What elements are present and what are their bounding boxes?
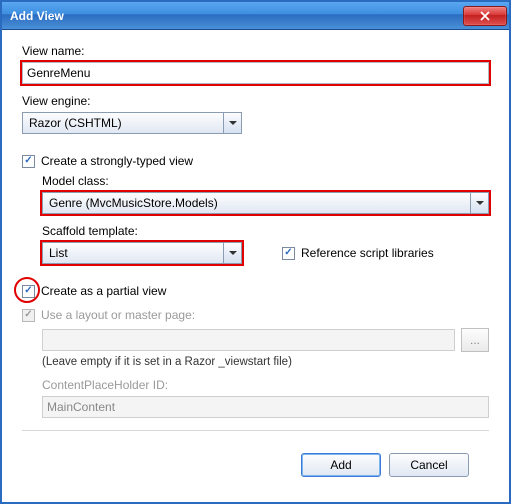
cph-label: ContentPlaceHolder ID: [42,378,489,392]
window-title: Add View [10,9,64,23]
titlebar: Add View [2,2,509,30]
ref-scripts-checkbox[interactable] [282,247,295,260]
close-icon [480,11,490,21]
view-name-input[interactable] [22,62,489,84]
ref-scripts-row[interactable]: Reference script libraries [282,246,434,260]
model-class-value: Genre (MvcMusicStore.Models) [49,196,218,210]
strongly-typed-row[interactable]: Create a strongly-typed view [22,154,489,168]
scaffold-value: List [49,246,68,260]
model-class-combo[interactable]: Genre (MvcMusicStore.Models) [42,192,489,214]
dialog-body: View name: View engine: Razor (CSHTML) C… [2,30,509,489]
layout-row: Use a layout or master page: [22,308,489,322]
scaffold-label: Scaffold template: [42,224,489,238]
layout-hint: (Leave empty if it is set in a Razor _vi… [42,356,489,368]
layout-label: Use a layout or master page: [41,308,195,322]
model-class-label: Model class: [42,174,489,188]
separator [22,430,489,431]
scaffold-combo[interactable]: List [42,242,242,264]
view-engine-label: View engine: [22,94,489,108]
ref-scripts-label: Reference script libraries [301,246,434,260]
view-engine-value: Razor (CSHTML) [29,116,122,130]
partial-view-checkbox[interactable] [22,285,35,298]
chevron-down-icon [470,193,488,213]
partial-view-row[interactable]: Create as a partial view [22,284,489,298]
cph-input [42,396,489,418]
chevron-down-icon [223,113,241,133]
chevron-down-icon [223,243,241,263]
cancel-button[interactable]: Cancel [389,453,469,477]
layout-path-input [42,329,455,351]
strongly-typed-label: Create a strongly-typed view [41,154,193,168]
view-name-label: View name: [22,44,489,58]
close-button[interactable] [463,6,507,26]
footer: Add Cancel [22,443,489,477]
layout-checkbox [22,309,35,322]
view-engine-combo[interactable]: Razor (CSHTML) [22,112,242,134]
strongly-typed-checkbox[interactable] [22,155,35,168]
browse-button: ... [461,328,489,352]
partial-view-label: Create as a partial view [41,284,166,298]
add-button[interactable]: Add [301,453,381,477]
